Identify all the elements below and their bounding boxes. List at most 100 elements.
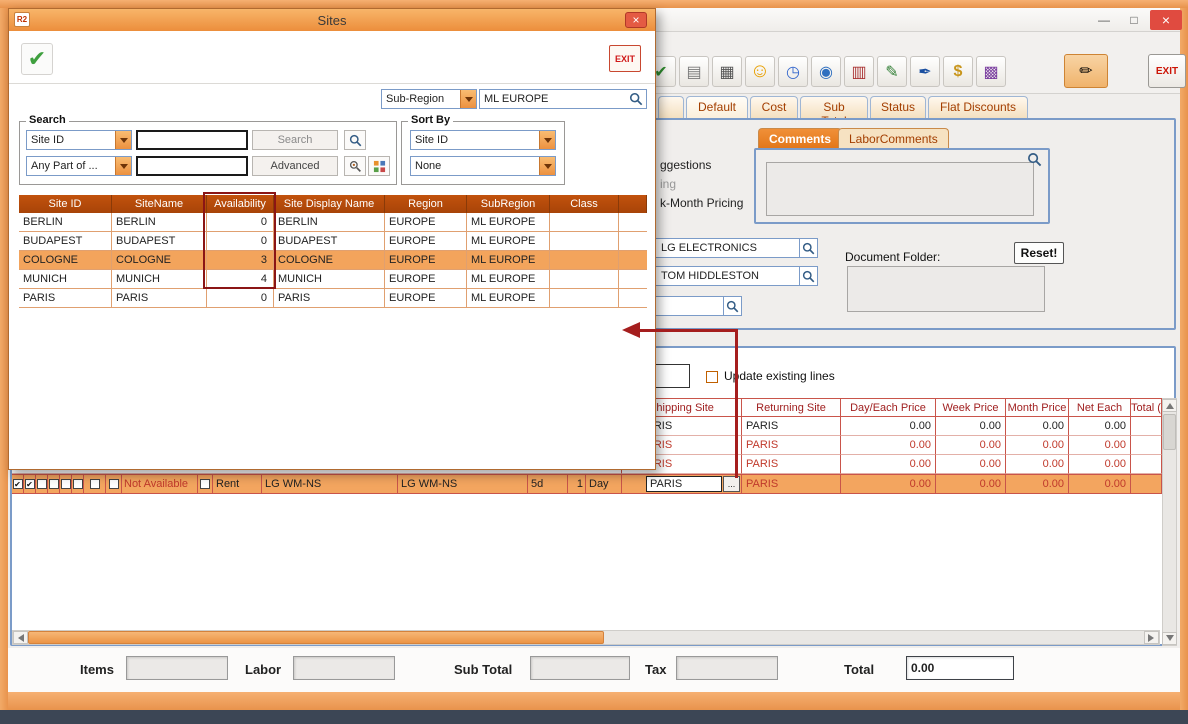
- site-row-berlin[interactable]: BERLIN BERLIN 0 BERLIN EUROPE ML EUROPE: [19, 213, 647, 232]
- chevron-down-icon[interactable]: [460, 90, 476, 108]
- selected-grid-row[interactable]: ✔ ✔ Not Available Rent LG WM-NS LG WM-NS…: [12, 474, 1162, 494]
- search-magnifier-button[interactable]: [344, 130, 366, 150]
- comments-textarea[interactable]: [766, 162, 1034, 216]
- site-lookup-ellipsis-button[interactable]: ...: [723, 476, 740, 492]
- advanced-search-button[interactable]: [344, 156, 366, 176]
- confirm-button[interactable]: ✔: [21, 43, 53, 75]
- chevron-down-icon[interactable]: [115, 131, 131, 149]
- site-row-budapest[interactable]: BUDAPEST BUDAPEST 0 BUDAPEST EUROPE ML E…: [19, 232, 647, 251]
- subtab-comments[interactable]: Comments: [758, 128, 842, 148]
- update-existing-lines-checkbox[interactable]: [706, 371, 718, 383]
- col-returning-site[interactable]: Returning Site: [742, 398, 841, 417]
- reset-button[interactable]: Reset!: [1014, 242, 1064, 264]
- tab-partial[interactable]: [658, 96, 684, 118]
- line-checkbox[interactable]: [200, 479, 210, 489]
- search-input-1[interactable]: [136, 130, 248, 150]
- total-field[interactable]: 0.00: [906, 656, 1014, 680]
- line-checkbox[interactable]: [49, 479, 59, 489]
- pen-button[interactable]: ✒: [910, 56, 940, 87]
- advanced-button[interactable]: Advanced: [252, 156, 338, 176]
- col-region[interactable]: Region: [385, 195, 467, 213]
- line-checkbox[interactable]: ✔: [25, 479, 35, 489]
- main-exit-button[interactable]: EXIT: [1148, 54, 1186, 88]
- contact-field[interactable]: TOM HIDDLESTON: [644, 266, 800, 286]
- cubes-button[interactable]: ▩: [976, 56, 1006, 87]
- money-button[interactable]: $: [943, 56, 973, 87]
- vertical-scrollbar[interactable]: [1162, 398, 1177, 646]
- subtotal-field[interactable]: [530, 656, 630, 680]
- horizontal-scroll-thumb[interactable]: [28, 631, 604, 644]
- subregion-search-field[interactable]: ML EUROPE: [479, 89, 647, 109]
- chevron-down-icon[interactable]: [539, 157, 555, 175]
- subregion-combo[interactable]: Sub-Region: [381, 89, 477, 109]
- col-site-id[interactable]: Site ID: [19, 195, 112, 213]
- shipping-site-input[interactable]: PARIS: [646, 476, 722, 492]
- search-icon[interactable]: [629, 92, 643, 106]
- search-button[interactable]: Search: [252, 130, 338, 150]
- comments-search-icon[interactable]: [1027, 152, 1042, 167]
- extra-search-icon[interactable]: [724, 296, 742, 316]
- search-input-2[interactable]: [136, 156, 248, 176]
- disc-button[interactable]: ◉: [811, 56, 841, 87]
- dialog-close-button[interactable]: ×: [625, 12, 647, 28]
- col-week-price[interactable]: Week Price: [936, 398, 1006, 417]
- minimize-button[interactable]: —: [1090, 10, 1118, 30]
- col-class[interactable]: Class: [550, 195, 619, 213]
- site-row-munich[interactable]: MUNICH MUNICH 4 MUNICH EUROPE ML EUROPE: [19, 270, 647, 289]
- close-button[interactable]: ×: [1150, 10, 1182, 30]
- vertical-scroll-thumb[interactable]: [1163, 414, 1176, 450]
- document-folder-box[interactable]: [847, 266, 1045, 312]
- scroll-up-button[interactable]: [1162, 399, 1177, 412]
- col-month-price[interactable]: Month Price: [1006, 398, 1069, 417]
- horizontal-scrollbar[interactable]: [12, 630, 1160, 645]
- clock-button[interactable]: ◷: [778, 56, 808, 87]
- vendor-search-icon[interactable]: [800, 238, 818, 258]
- notepad-button[interactable]: ✎: [877, 56, 907, 87]
- col-net-each[interactable]: Net Each: [1069, 398, 1131, 417]
- dialog-titlebar[interactable]: R2 Sites ×: [9, 9, 655, 31]
- dialog-exit-button[interactable]: EXIT: [609, 45, 641, 72]
- scroll-right-button[interactable]: [1144, 631, 1159, 644]
- chevron-down-icon[interactable]: [539, 131, 555, 149]
- col-site-name[interactable]: SiteName: [112, 195, 207, 213]
- maximize-button[interactable]: □: [1120, 10, 1148, 30]
- labor-field[interactable]: [293, 656, 395, 680]
- chevron-down-icon[interactable]: [115, 157, 131, 175]
- line-checkbox[interactable]: [109, 479, 119, 489]
- line-checkbox[interactable]: ✔: [13, 479, 23, 489]
- col-subregion[interactable]: SubRegion: [467, 195, 550, 213]
- items-field[interactable]: [126, 656, 228, 680]
- smiley-button[interactable]: ☺: [745, 56, 775, 87]
- tax-field[interactable]: [676, 656, 778, 680]
- match-mode-combo[interactable]: Any Part of ...: [26, 156, 132, 176]
- sort-secondary-combo[interactable]: None: [410, 156, 556, 176]
- line-checkbox[interactable]: [37, 479, 47, 489]
- line-checkbox[interactable]: [73, 479, 83, 489]
- subtab-laborcomments[interactable]: LaborComments: [838, 128, 949, 148]
- col-site-display-name[interactable]: Site Display Name: [274, 195, 385, 213]
- tab-status[interactable]: Status: [870, 96, 926, 118]
- tab-sub-total[interactable]: Sub Total: [800, 96, 868, 118]
- scroll-left-button[interactable]: [13, 631, 28, 644]
- printer-button[interactable]: ▦: [712, 56, 742, 87]
- extra-lookup-field[interactable]: [644, 296, 724, 316]
- grid-view-button[interactable]: [368, 156, 390, 176]
- tab-flat-discounts[interactable]: Flat Discounts: [928, 96, 1028, 118]
- search-field-combo[interactable]: Site ID: [26, 130, 132, 150]
- copy-button[interactable]: ▤: [679, 56, 709, 87]
- highlighted-tool-button[interactable]: ✏: [1064, 54, 1108, 88]
- scroll-down-button[interactable]: [1162, 632, 1177, 645]
- vendor-field[interactable]: LG ELECTRONICS: [644, 238, 800, 258]
- library-button[interactable]: ▥: [844, 56, 874, 87]
- contact-search-icon[interactable]: [800, 266, 818, 286]
- tab-default[interactable]: Default: [686, 96, 748, 118]
- tab-cost[interactable]: Cost: [750, 96, 798, 118]
- sort-primary-combo[interactable]: Site ID: [410, 130, 556, 150]
- col-total[interactable]: Total (: [1131, 398, 1162, 417]
- col-availability[interactable]: Availability: [207, 195, 274, 213]
- site-row-paris[interactable]: PARIS PARIS 0 PARIS EUROPE ML EUROPE: [19, 289, 647, 308]
- col-day-each-price[interactable]: Day/Each Price: [841, 398, 936, 417]
- site-row-cologne-selected[interactable]: COLOGNE COLOGNE 3 COLOGNE EUROPE ML EURO…: [19, 251, 647, 270]
- line-checkbox[interactable]: [61, 479, 71, 489]
- line-checkbox[interactable]: [90, 479, 100, 489]
